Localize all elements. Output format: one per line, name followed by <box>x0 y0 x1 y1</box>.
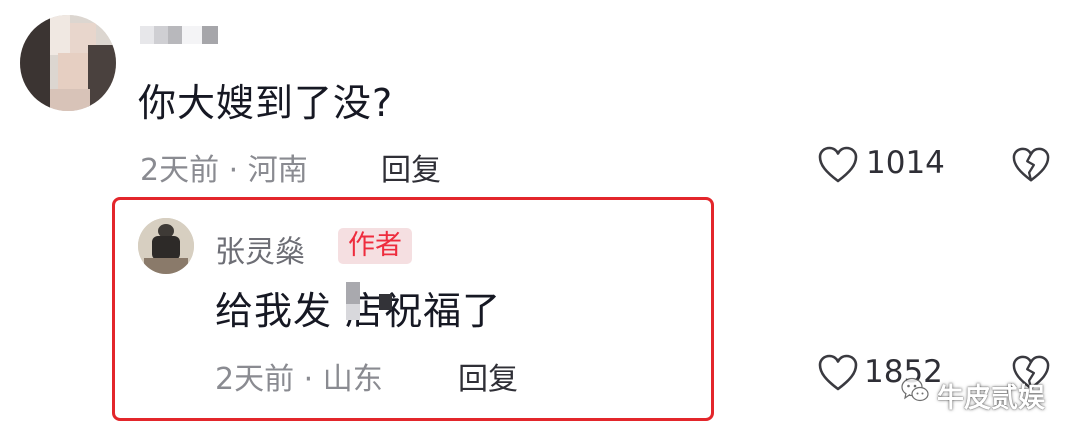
reply-reply-button[interactable]: 回复 <box>458 354 518 398</box>
author-name[interactable]: 张灵燊 <box>215 227 305 271</box>
comment-like-count: 1014 <box>866 145 945 181</box>
author-badge: 作者 <box>338 228 412 264</box>
watermark-text: 牛皮贰娱 <box>937 383 1045 414</box>
heart-icon[interactable] <box>818 146 858 184</box>
broken-heart-icon[interactable] <box>1012 146 1050 184</box>
heart-icon[interactable] <box>818 354 858 392</box>
comment-reply-button[interactable]: 回复 <box>381 145 441 189</box>
redaction-block <box>346 304 360 320</box>
redaction-block <box>346 282 360 304</box>
wechat-icon <box>901 377 929 402</box>
author-avatar[interactable] <box>138 218 194 274</box>
redaction-block <box>379 294 392 310</box>
comment-text: 你大嫂到了没? <box>138 81 394 125</box>
comment-meta: 2天前 · 河南 <box>140 153 308 188</box>
reply-meta: 2天前 · 山东 <box>215 362 383 397</box>
commenter-avatar[interactable] <box>20 15 116 111</box>
commenter-name-redacted <box>140 26 218 44</box>
